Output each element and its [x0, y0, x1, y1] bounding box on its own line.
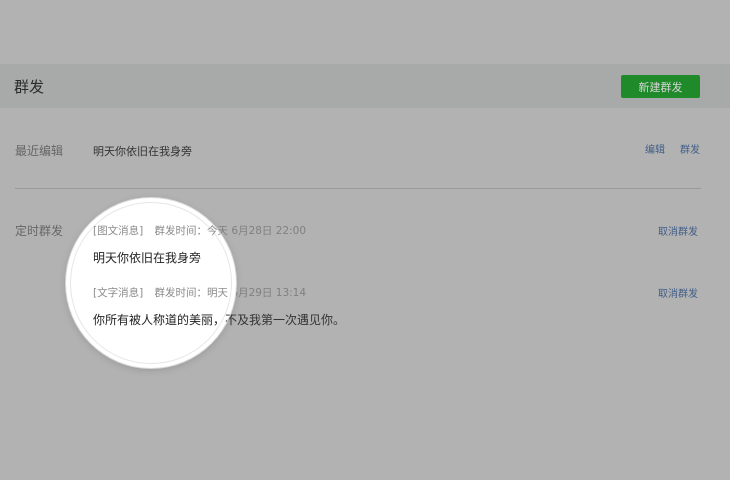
- send-link[interactable]: 群发: [680, 141, 700, 156]
- page-title: 群发: [14, 78, 45, 96]
- cancel-send-link[interactable]: 取消群发: [658, 223, 698, 238]
- magnifier-lens: [图文消息] 群发时间：今天 明天你依旧在我身旁 [文字消息] 群发时间：明天 …: [66, 198, 236, 368]
- message-type-tag: [文字消息]: [93, 287, 144, 299]
- header-bar: 群发 新建群发: [0, 64, 730, 108]
- mass-send-page: 群发 新建群发 最近编辑 明天你依旧在我身旁 编辑 群发 定时群发 [图文消息]…: [0, 0, 730, 480]
- send-time-label: 群发时间：: [154, 225, 208, 237]
- lens-item-meta: [文字消息] 群发时间：明天: [93, 285, 228, 300]
- divider: [15, 188, 701, 189]
- lens-item-text: 你所有被人称道的美丽，不及我第一次遇见你。: [93, 313, 236, 327]
- draft-title[interactable]: 明天你依旧在我身旁: [93, 143, 192, 159]
- send-day: 今天: [207, 225, 229, 237]
- new-mass-send-button[interactable]: 新建群发: [621, 75, 700, 98]
- message-type-tag: [图文消息]: [93, 225, 144, 237]
- lens-item-meta: [图文消息] 群发时间：今天: [93, 223, 228, 238]
- lens-item-text: 明天你依旧在我身旁: [93, 251, 202, 265]
- send-day: 明天: [207, 287, 229, 299]
- send-time-label: 群发时间：: [154, 287, 208, 299]
- edit-link[interactable]: 编辑: [645, 141, 665, 156]
- send-date-time: 6月28日 22:00: [231, 225, 307, 237]
- cancel-send-link[interactable]: 取消群发: [658, 285, 698, 300]
- send-date-time: 6月29日 13:14: [231, 287, 307, 299]
- scheduled-label: 定时群发: [15, 224, 64, 238]
- recent-edit-label: 最近编辑: [15, 144, 64, 158]
